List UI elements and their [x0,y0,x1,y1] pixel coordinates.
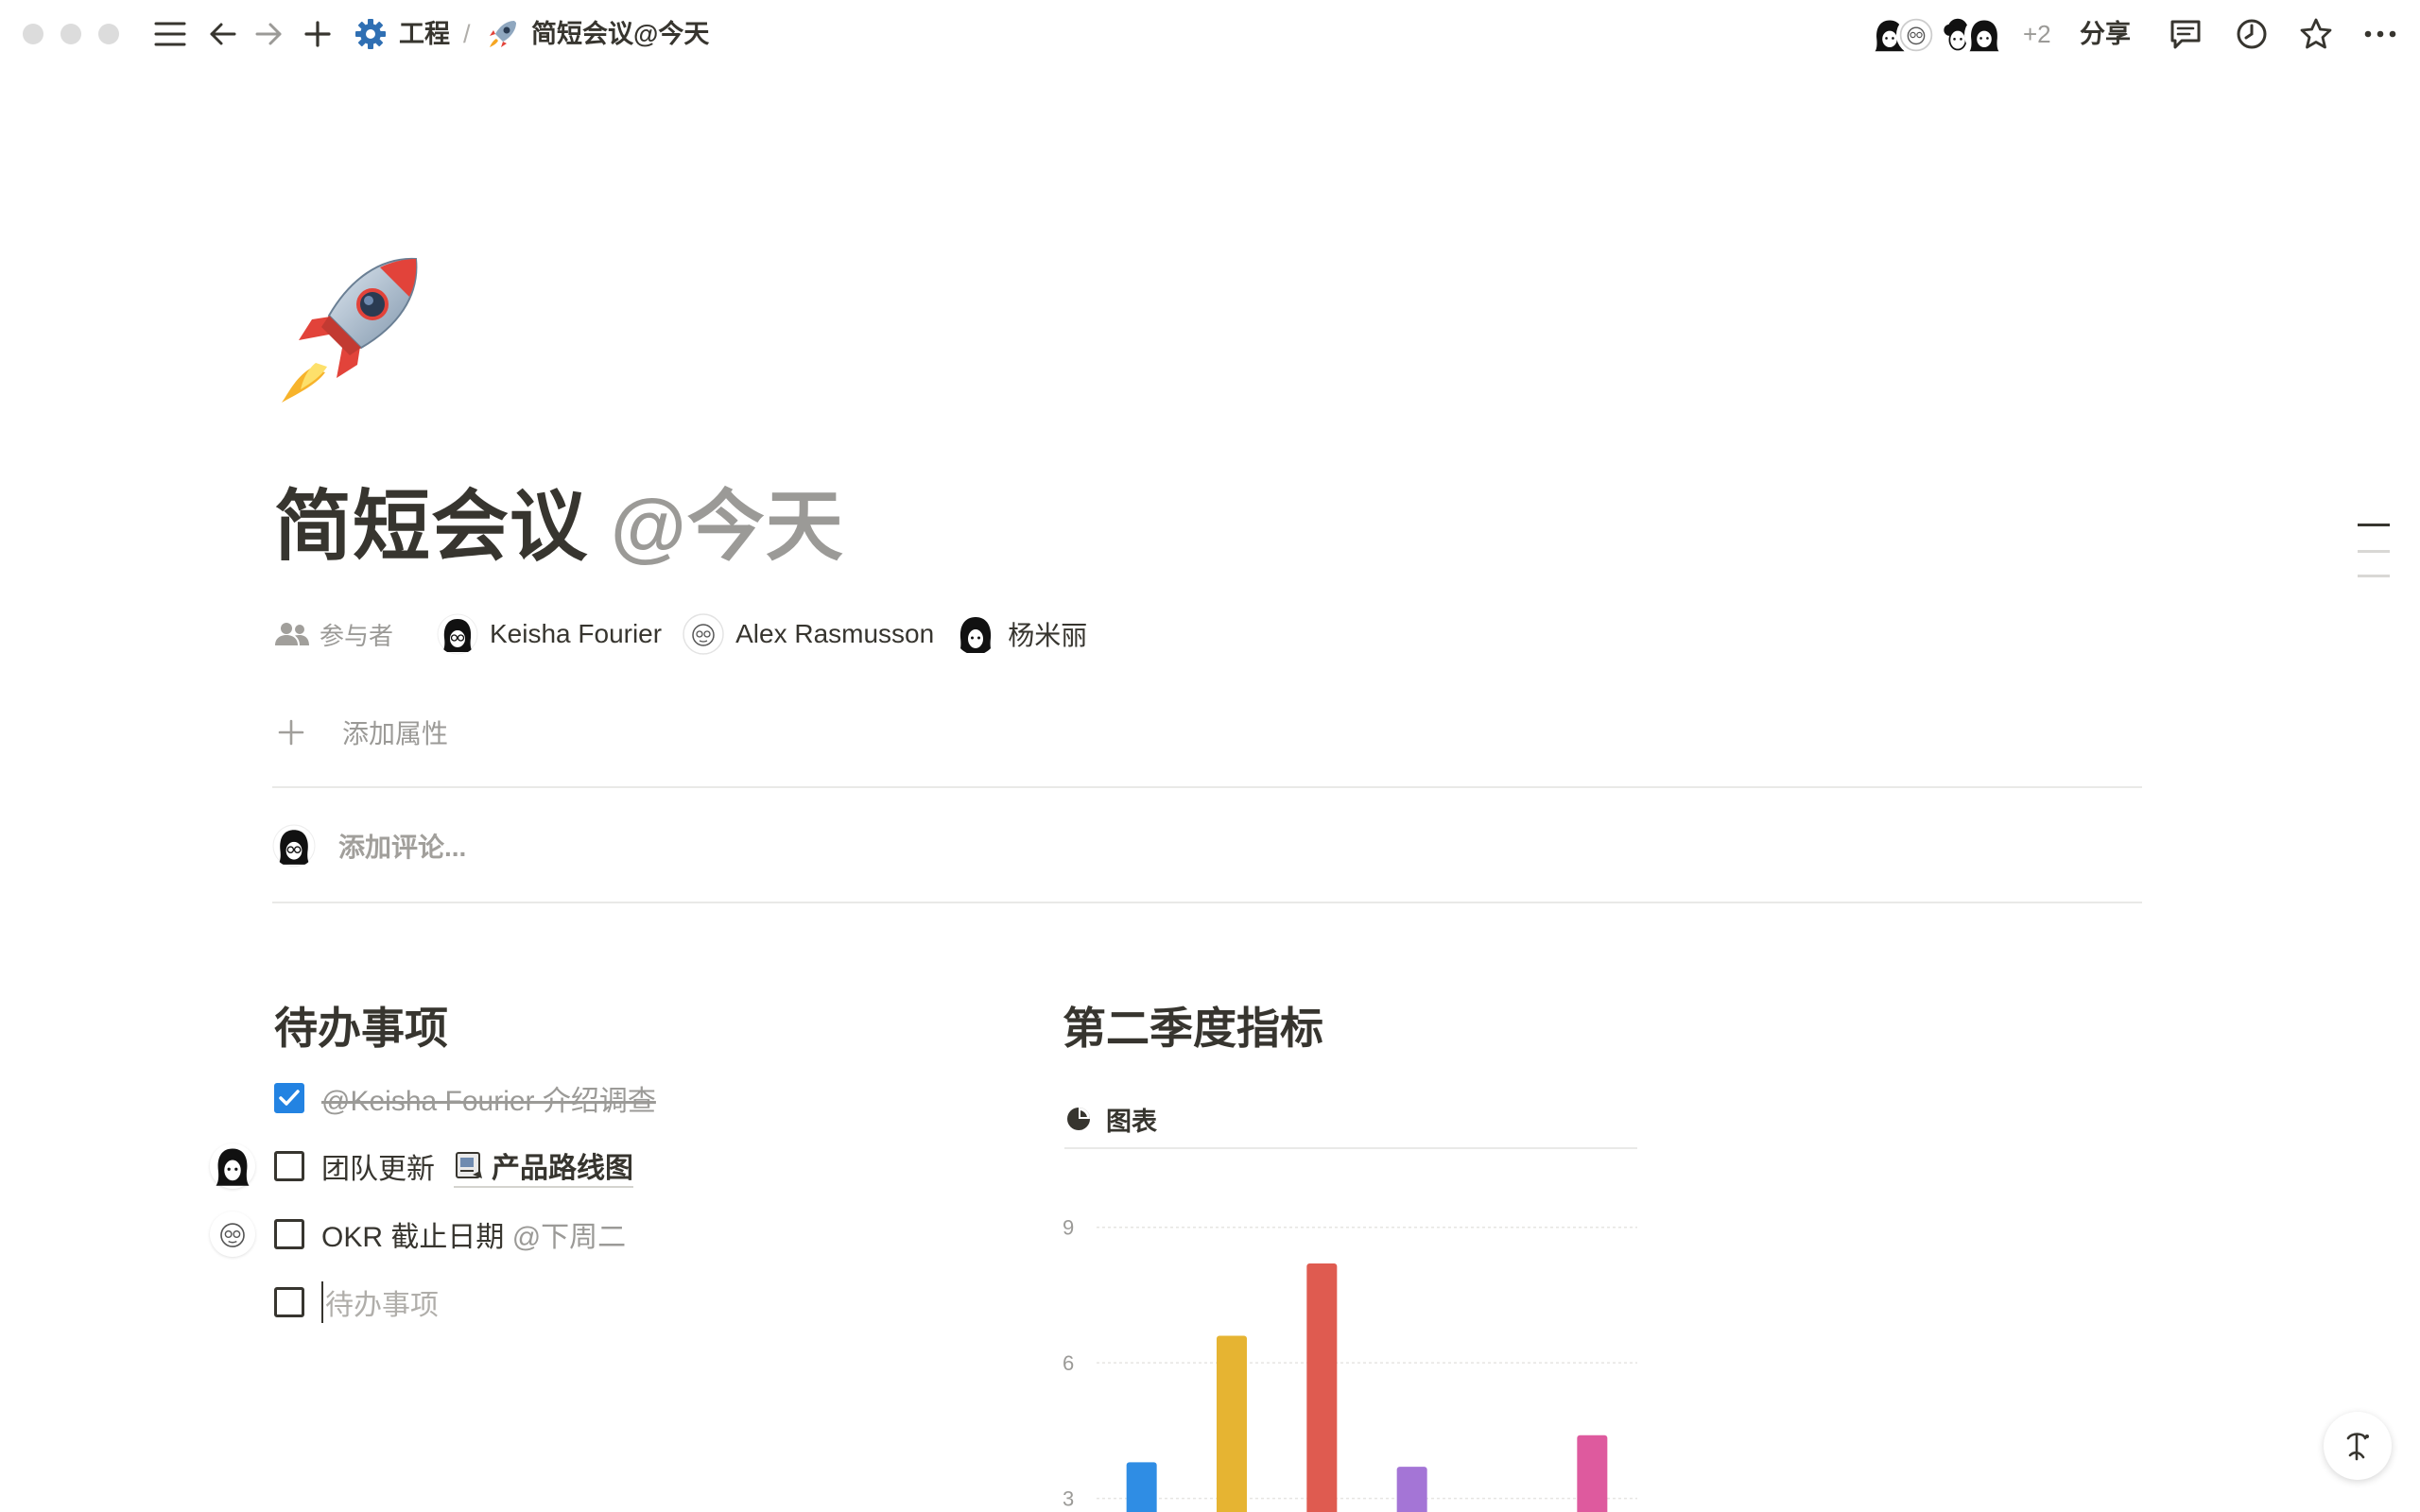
chart-bar[interactable] [1306,1263,1338,1512]
comment-icon [2170,20,2201,49]
woman-avatar-icon [1969,20,1999,52]
page-title-text: 简短会议 [274,484,589,570]
window-minimize-button[interactable] [60,24,81,44]
roadmap-page-icon [456,1152,482,1178]
share-button[interactable]: 分享 [2080,15,2131,53]
page-link-label: 产品路线图 [492,1153,633,1184]
more-options-button[interactable] [2360,13,2401,55]
todo-item: 待办事项 [274,1280,439,1325]
tab-underline [1064,1147,1637,1149]
y-tick-label: 9 [1063,1216,1074,1240]
new-page-button[interactable] [297,13,338,55]
todo-text[interactable]: OKR 截止日期 [321,1213,512,1255]
checkmark-icon [279,1090,300,1106]
avatar[interactable] [1896,15,1936,55]
metrics-heading[interactable]: 第二季度指标 [1063,994,1323,1057]
man-glasses-avatar-icon [683,613,725,655]
clock-icon [2237,19,2267,49]
todo-item: @Keisha Fourier 介绍调查 [274,1075,656,1121]
view-tab-label: 图表 [1106,1107,1157,1136]
table-of-contents-marker[interactable] [2358,575,2390,577]
divider [272,786,2142,788]
page-title-date-mention[interactable]: @今天 [611,484,844,570]
todos-heading[interactable]: 待办事项 [274,994,448,1057]
chart-bar[interactable] [1577,1435,1608,1512]
top-bar: 工程 / 简短会议@今天 +2 分享 [0,0,2420,70]
man-glasses-avatar-icon [220,1223,245,1247]
page-link[interactable]: 产品路线图 [454,1144,633,1188]
attendee-name: Alex Rasmusson [735,619,935,648]
updates-button[interactable] [2231,13,2273,55]
todo-item: 团队更新 产品路线图 [274,1143,633,1189]
people-icon [275,623,309,645]
pie-chart-icon [1067,1108,1090,1130]
plus-icon [278,719,304,746]
menu-icon [154,22,186,46]
y-tick-label: 6 [1063,1351,1074,1375]
more-horizontal-icon [2364,30,2396,38]
property-label-text: 参与者 [320,621,394,650]
attendee-chip[interactable]: Alex Rasmusson [683,613,934,655]
divider [272,902,2142,903]
forward-button[interactable] [248,13,289,55]
add-property-label: 添加属性 [342,719,449,748]
page-icon-rocket[interactable] [274,253,425,404]
attendee-chip[interactable]: Keisha Fourier [437,613,662,655]
todo-checkbox[interactable] [274,1219,304,1249]
rocket-icon [282,257,418,403]
todo-text[interactable]: @Keisha Fourier 介绍调查 [321,1077,656,1119]
todo-text[interactable]: 团队更新 [321,1145,435,1187]
man-glasses-avatar-icon [1899,18,1933,52]
notion-ai-icon [2346,1433,2369,1461]
page-title[interactable]: 简短会议 @今天 [274,463,844,576]
attendee-name: 杨米丽 [1008,621,1088,650]
add-property-button[interactable]: 添加属性 [274,711,448,754]
comments-button[interactable] [2165,13,2206,55]
plus-icon [304,21,331,47]
table-of-contents-marker[interactable] [2358,550,2390,553]
todo-checkbox[interactable] [274,1151,304,1181]
assignee-avatar[interactable] [210,1143,255,1189]
sidebar-toggle-button[interactable] [149,13,191,55]
y-tick-label: 3 [1063,1487,1074,1511]
arrow-left-icon [210,23,236,45]
breadcrumb-workspace[interactable]: 工程 [399,15,450,53]
todo-checkbox[interactable] [274,1287,304,1317]
todo-item: OKR 截止日期 @下周二 [274,1211,626,1257]
window-zoom-button[interactable] [98,24,119,44]
star-icon [2300,18,2332,49]
avatar[interactable] [1964,15,2004,55]
rocket-icon [482,13,524,55]
property-label[interactable]: 参与者 [274,617,437,652]
comment-composer[interactable]: 添加评论... [272,824,466,868]
bar-chart: 9 6 3 [1063,1216,1637,1512]
breadcrumb-current-page[interactable]: 简短会议@今天 [531,15,709,53]
window-close-button[interactable] [23,24,43,44]
date-mention[interactable]: @下周二 [512,1213,626,1255]
woman-avatar-icon [272,824,316,868]
table-of-contents-marker[interactable] [2358,524,2390,526]
chart-bar[interactable] [1396,1467,1427,1512]
arrow-right-icon [255,23,282,45]
woman-avatar-icon [955,613,997,655]
woman-avatar-icon [216,1148,250,1186]
chart-bar[interactable] [1217,1335,1247,1512]
assignee-avatar[interactable] [210,1211,255,1257]
property-attendees: 参与者 Keisha Fourier Alex Rasmusson 杨米丽 [274,612,1108,656]
woman-avatar-icon [437,613,478,655]
collaborators-more-count[interactable]: +2 [2023,15,2051,53]
favorite-button[interactable] [2295,13,2337,55]
attendee-chip[interactable]: 杨米丽 [955,613,1087,655]
todo-checkbox[interactable] [274,1083,304,1113]
help-button[interactable] [2324,1412,2392,1480]
todo-input[interactable]: 待办事项 [321,1281,439,1323]
view-tab-chart[interactable]: 图表 [1064,1098,1157,1140]
gear-icon [350,13,391,55]
back-button[interactable] [202,13,244,55]
breadcrumb-separator: / [463,20,471,48]
chart-bar[interactable] [1126,1462,1157,1512]
comment-input[interactable]: 添加评论... [338,827,466,865]
attendee-name: Keisha Fourier [490,619,663,648]
